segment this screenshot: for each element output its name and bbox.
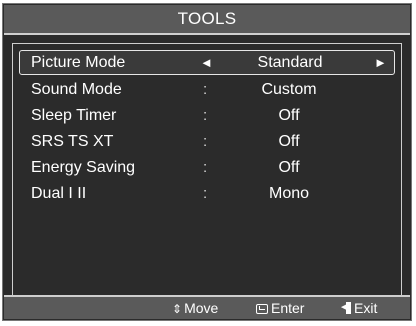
left-arrow-icon[interactable]: ◄ (200, 51, 213, 74)
menu-item-separator: : (203, 159, 208, 176)
menu-item-value: Off (278, 107, 300, 124)
menu-footer: ⇕ Move Enter ◄ Exit (4, 295, 410, 319)
menu-item-label: Sound Mode (31, 81, 122, 98)
menu-item-separator: : (203, 81, 208, 98)
exit-icon: ◄ (339, 302, 351, 314)
menu-item-value: Custom (261, 81, 317, 98)
menu-item-separator: : (203, 133, 208, 150)
enter-icon (256, 304, 268, 314)
menu-item-sleep-timer[interactable]: Sleep Timer : Off (19, 103, 395, 128)
menu-item-separator: : (203, 107, 208, 124)
move-hint-label: Move (184, 300, 219, 316)
tools-menu-window: TOOLS Picture Mode ◄ Standard ► Sound Mo… (2, 3, 412, 321)
menu-item-srs-ts-xt[interactable]: SRS TS XT : Off (19, 129, 395, 154)
move-hint: ⇕ Move (172, 297, 218, 320)
menu-item-energy-saving[interactable]: Energy Saving : Off (19, 155, 395, 180)
menu-item-value: Standard (257, 54, 323, 71)
menu-item-value: Off (278, 159, 300, 176)
up-down-arrow-icon: ⇕ (172, 302, 183, 316)
enter-hint-label: Enter (271, 300, 305, 316)
menu-item-label: Sleep Timer (31, 107, 117, 124)
enter-hint: Enter (256, 297, 304, 319)
menu-item-value: Mono (268, 185, 310, 202)
menu-item-separator: : (203, 185, 208, 202)
right-arrow-icon[interactable]: ► (374, 51, 387, 74)
menu-item-label: SRS TS XT (31, 133, 114, 150)
menu-title: TOOLS (4, 5, 410, 35)
tools-menu-panel: Picture Mode ◄ Standard ► Sound Mode : C… (12, 43, 402, 296)
exit-hint-label: Exit (354, 300, 378, 316)
tv-osd-screen: TOOLS Picture Mode ◄ Standard ► Sound Mo… (0, 0, 416, 326)
menu-item-label: Dual I II (31, 185, 87, 202)
menu-item-sound-mode[interactable]: Sound Mode : Custom (19, 77, 395, 102)
menu-item-label: Picture Mode (31, 54, 126, 71)
menu-item-value: Off (278, 133, 300, 150)
menu-item-picture-mode[interactable]: Picture Mode ◄ Standard ► (19, 50, 395, 75)
exit-hint: ◄ Exit (339, 297, 377, 319)
menu-item-label: Energy Saving (31, 159, 136, 176)
menu-item-dual-i-ii[interactable]: Dual I II : Mono (19, 181, 395, 206)
